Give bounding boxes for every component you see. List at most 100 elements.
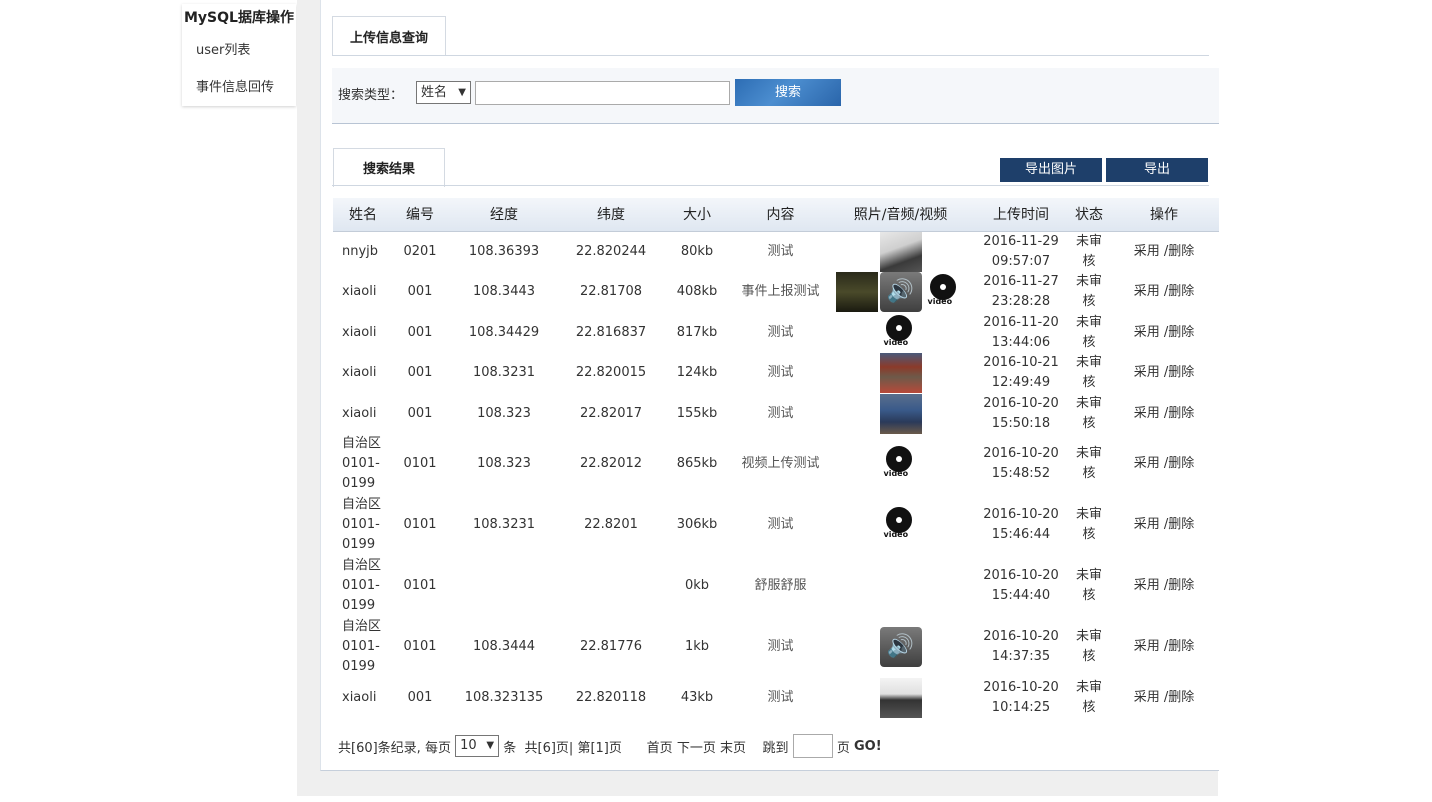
adopt-link[interactable]: 采用 (1134, 325, 1160, 340)
search-button[interactable]: 搜索 (735, 79, 841, 106)
column-header-longitude: 经度 (447, 198, 561, 232)
delete-link[interactable]: /删除 (1164, 406, 1194, 421)
tab-upload-info-query[interactable]: 上传信息查询 (332, 16, 446, 55)
cell-id: 0101 (403, 517, 437, 532)
cell-status: 未审核 (1069, 272, 1109, 313)
cell-longitude: 108.323 (477, 456, 531, 471)
adopt-link[interactable]: 采用 (1134, 517, 1160, 532)
cell-name: xiaoli (333, 353, 393, 394)
delete-link[interactable]: /删除 (1164, 517, 1194, 532)
delete-link[interactable]: /删除 (1164, 456, 1194, 471)
video-reel-icon[interactable]: video (880, 444, 922, 484)
adopt-link[interactable]: 采用 (1134, 690, 1160, 705)
adopt-link[interactable]: 采用 (1134, 578, 1160, 593)
cell-upload-time: 2016-10-20 14:37:35 (973, 617, 1069, 678)
table-row: xiaoli 001 108.34429 22.816837 817kb 测试 video 2… (333, 313, 1219, 353)
adopt-link[interactable]: 采用 (1134, 284, 1160, 299)
cell-name: xiaoli (333, 678, 393, 718)
sidebar-item-event-info[interactable]: 事件信息回传 (182, 76, 296, 95)
table-row: xiaoli 001 108.323135 22.820118 43kb 测试 2016-1… (333, 677, 1219, 718)
video-reel-icon[interactable]: video (924, 272, 966, 312)
video-reel-icon[interactable]: video (880, 505, 922, 545)
search-input[interactable] (475, 81, 730, 105)
cell-longitude: 108.3443 (472, 284, 536, 299)
status-text: 未审 (1075, 446, 1102, 461)
tab-search-results[interactable]: 搜索结果 (333, 148, 445, 187)
pagination-bar: 共[60]条纪录, 每页 10 ▼ 条 共[6]页| 第[1]页 首页 下一页 … (338, 734, 882, 758)
delete-link[interactable]: /删除 (1164, 578, 1194, 593)
cell-upload-time: 2016-10-20 15:50:18 (973, 394, 1069, 434)
audio-icon[interactable]: 🔊 (879, 272, 922, 312)
adopt-link[interactable]: 采用 (1134, 406, 1160, 421)
cell-longitude (447, 556, 561, 617)
cell-name-line: 0101- (342, 517, 380, 532)
cell-name-line: 0101- (342, 578, 380, 593)
cell-name-line: xiaoli (342, 324, 377, 340)
status-text: 未审 (1075, 233, 1102, 249)
photo-thumbnail[interactable] (835, 272, 878, 312)
photo-thumbnail[interactable] (879, 677, 922, 718)
adopt-link[interactable]: 采用 (1134, 456, 1160, 471)
cell-status: 未审核 (1069, 495, 1109, 556)
adopt-link[interactable]: 采用 (1134, 244, 1160, 259)
export-images-button[interactable]: 导出图片 (1000, 158, 1102, 182)
sidebar: MySQL据库操作 user列表 事件信息回传 (182, 4, 296, 106)
cell-name: 自治区 0101- 0199 (333, 495, 393, 556)
cell-name: 自治区 0101- 0199 (333, 617, 393, 678)
pager-jump-label: 跳到 (762, 740, 789, 756)
photo-thumbnail[interactable] (879, 353, 922, 393)
cell-content: 测试 (767, 324, 794, 340)
pager-first-link[interactable]: 首页 (647, 737, 673, 756)
pager-next-link[interactable]: 下一页 (677, 737, 716, 756)
delete-link[interactable]: /删除 (1164, 365, 1194, 380)
status-text: 未审 (1075, 568, 1102, 583)
cell-latitude: 22.8201 (584, 517, 638, 532)
cell-id: 0101 (403, 639, 437, 654)
table-body: nnyjb 0201 108.36393 22.820244 80kb 测试 2016-11… (333, 231, 1219, 718)
upload-date: 2016-10-20 (983, 568, 1059, 583)
go-button[interactable]: GO! (854, 739, 882, 754)
cell-size: 817kb (676, 324, 718, 340)
photo-thumbnail[interactable] (879, 393, 922, 434)
delete-link[interactable]: /删除 (1164, 690, 1194, 705)
cell-size: 124kb (676, 365, 718, 380)
per-page-select[interactable]: 10 ▼ (455, 735, 500, 757)
audio-icon[interactable]: 🔊 (879, 627, 922, 667)
status-text: 核 (1082, 527, 1096, 542)
upload-date: 2016-10-21 (983, 355, 1059, 370)
cell-id: 0101 (403, 578, 437, 593)
cell-upload-time: 2016-10-20 10:14:25 (973, 678, 1069, 718)
cell-upload-time: 2016-10-20 15:46:44 (973, 495, 1069, 556)
status-text: 未审 (1075, 355, 1102, 370)
cell-name-line: 0101- (342, 456, 380, 471)
table-row: xiaoli 001 108.3443 22.81708 408kb 事件上报测试 🔊 vid… (333, 272, 1219, 313)
cell-actions: 采用 /删除 (1109, 272, 1219, 313)
cell-latitude: 22.82017 (579, 405, 643, 421)
cell-status: 未审核 (1069, 678, 1109, 718)
cell-size: 0kb (684, 578, 710, 593)
sidebar-title: MySQL据库操作 (184, 10, 294, 26)
delete-link[interactable]: /删除 (1164, 639, 1194, 654)
export-button[interactable]: 导出 (1106, 158, 1208, 182)
cell-name-line: xiaoli (342, 284, 377, 299)
pager-last-link[interactable]: 末页 (720, 737, 746, 756)
column-header-media: 照片/音频/视频 (828, 198, 973, 232)
adopt-link[interactable]: 采用 (1134, 365, 1160, 380)
upload-time: 15:48:52 (991, 466, 1051, 481)
delete-link[interactable]: /删除 (1164, 325, 1194, 340)
cell-longitude: 108.34429 (468, 324, 540, 340)
delete-link[interactable]: /删除 (1164, 244, 1194, 259)
cell-id: 001 (407, 324, 433, 340)
delete-link[interactable]: /删除 (1164, 284, 1194, 299)
adopt-link[interactable]: 采用 (1134, 639, 1160, 654)
cell-latitude: 22.81708 (579, 284, 643, 299)
photo-thumbnail[interactable] (879, 231, 922, 272)
cell-name-line: 0199 (342, 598, 376, 613)
jump-page-input[interactable] (792, 734, 833, 758)
sidebar-item-user-list[interactable]: user列表 (182, 39, 296, 58)
video-reel-icon[interactable]: video (880, 313, 922, 353)
search-type-select[interactable]: 姓名 ▼ (416, 81, 471, 104)
cell-longitude: 108.3444 (472, 639, 536, 654)
cell-name-line: 自治区 (342, 619, 382, 634)
cell-media: 🔊 (828, 617, 973, 678)
